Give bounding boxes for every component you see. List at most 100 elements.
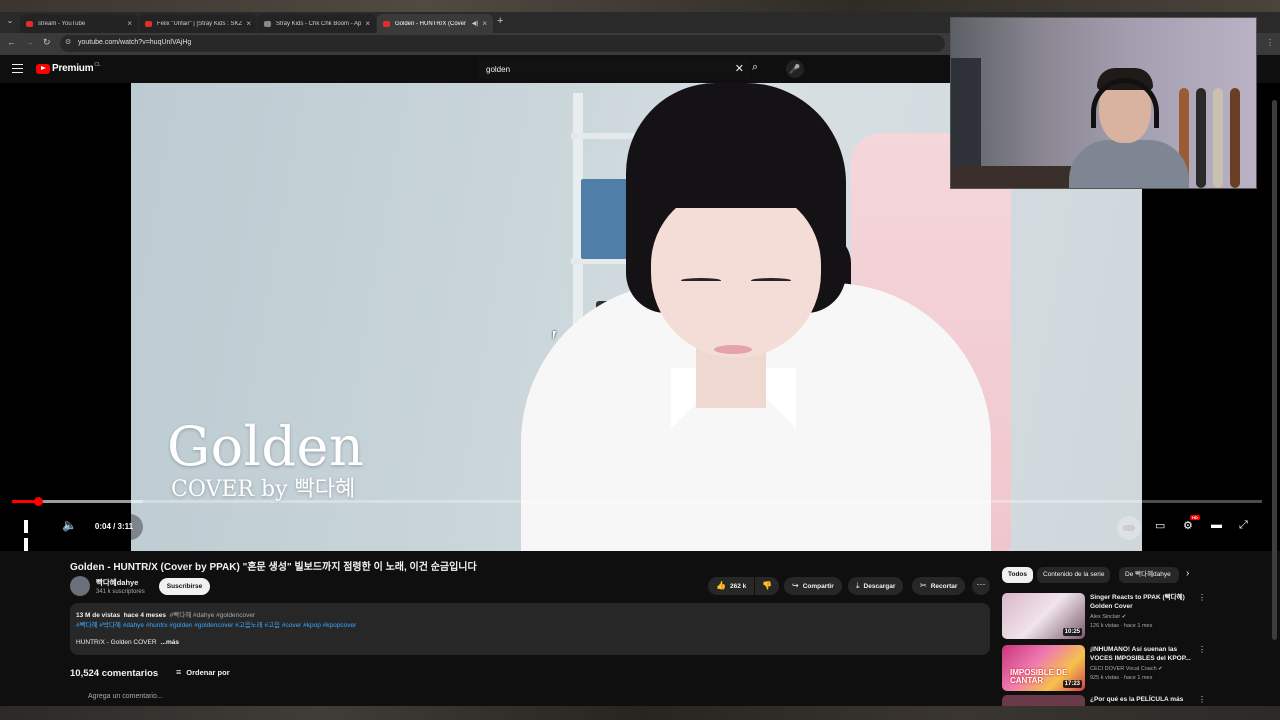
- hamburger-menu-icon[interactable]: [12, 64, 23, 73]
- close-tab-icon[interactable]: ×: [482, 19, 487, 28]
- chip-todos[interactable]: Todos: [1002, 567, 1034, 583]
- thumbs-down-icon: 👎: [762, 581, 772, 590]
- sort-comments-button[interactable]: ≡ Ordenar por: [176, 667, 230, 677]
- tab-search-icon[interactable]: ⌄: [4, 16, 16, 28]
- recommended-video[interactable]: IMPOSIBLE DE CANTAR 17:23 ¡INHUMANO! Así…: [1002, 645, 1264, 691]
- url-bar[interactable]: ⚙ youtube.com/watch?v=huqUnlVAjHg: [60, 35, 945, 52]
- browser-tab[interactable]: stream - YouTube ×: [20, 14, 138, 33]
- close-tab-icon[interactable]: ×: [246, 19, 251, 28]
- reload-icon[interactable]: ↻: [43, 37, 51, 48]
- verified-icon: ✔: [1158, 666, 1163, 672]
- add-comment-input[interactable]: Agrega un comentario...: [88, 693, 163, 700]
- desktop-background-strip: [0, 706, 1280, 720]
- chip-series-content[interactable]: Contenido de la serie: [1037, 567, 1111, 583]
- new-tab-icon[interactable]: +: [497, 15, 503, 27]
- video-overlay-title: Golden: [167, 415, 365, 478]
- theater-mode-icon[interactable]: ▬: [1211, 519, 1222, 531]
- video-person-lips: [714, 345, 752, 354]
- chip-from-channel[interactable]: De 빡다혜dahye: [1119, 567, 1179, 583]
- more-options-icon[interactable]: ⋮: [1198, 695, 1206, 704]
- chevron-right-icon[interactable]: ›: [1186, 568, 1189, 579]
- download-button[interactable]: ⤓ Descargar: [848, 577, 904, 595]
- video-person-face: [651, 188, 821, 358]
- description-box[interactable]: 13 M de vistas hace 4 meses #빡다혜 #dahye …: [70, 603, 990, 655]
- webcam-person-body: [1069, 140, 1189, 188]
- volume-icon[interactable]: 🔈: [62, 518, 77, 532]
- audio-playing-icon[interactable]: ◀): [472, 20, 479, 27]
- browser-tab-active[interactable]: Golden - HUNTR/X (Cover ◀) ×: [377, 14, 493, 33]
- channel-avatar[interactable]: [70, 576, 90, 596]
- video-title: Golden - HUNTR/X (Cover by PPAK) "혼문 생성"…: [70, 562, 477, 573]
- recommended-video[interactable]: 10:25 Singer Reacts to PPAK (빡다혜) Golden…: [1002, 593, 1264, 639]
- youtube-favicon-icon: [26, 20, 33, 27]
- mouse-cursor: [553, 331, 556, 340]
- youtube-favicon-icon: [145, 20, 152, 27]
- video-thumbnail[interactable]: IMPOSIBLE DE CANTAR 17:23: [1002, 645, 1085, 691]
- pause-icon[interactable]: [24, 520, 36, 551]
- scissors-icon: ✂: [920, 581, 927, 590]
- recommended-channel[interactable]: Alex Sinclair ✔: [1090, 614, 1126, 620]
- comments-count: 10,524 comentarios: [70, 668, 159, 679]
- settings-gear-icon[interactable]: ⚙: [1183, 519, 1193, 532]
- sort-icon: ≡: [176, 667, 182, 677]
- video-thumbnail[interactable]: 10:25: [1002, 593, 1085, 639]
- verified-icon: ✔: [1121, 614, 1127, 620]
- description-text: HUNTR/X - Golden COVER ...más: [76, 639, 179, 646]
- thumbs-up-icon: 👍: [716, 581, 726, 590]
- forward-icon[interactable]: →: [25, 37, 34, 47]
- youtube-premium-logo[interactable]: Premium CL: [36, 62, 101, 74]
- subscriber-count: 341 k suscriptores: [96, 589, 145, 595]
- video-person-eye: [681, 278, 721, 283]
- close-tab-icon[interactable]: ×: [127, 19, 132, 28]
- autoplay-toggle-knob: [1123, 525, 1135, 531]
- download-icon: ⤓: [856, 581, 860, 590]
- share-icon: ↪: [792, 581, 799, 590]
- search-icon[interactable]: ⌕: [752, 61, 758, 74]
- page-favicon-icon: [264, 20, 271, 27]
- webcam-guitar: [1213, 88, 1223, 188]
- close-tab-icon[interactable]: ×: [365, 19, 370, 28]
- site-info-icon[interactable]: ⚙: [65, 38, 71, 46]
- time-display: 0:04 / 3:11: [85, 514, 143, 540]
- like-button[interactable]: 👍 262 k: [708, 577, 754, 595]
- subscribe-button[interactable]: Suscribirse: [159, 578, 210, 595]
- show-more-link[interactable]: ...más: [161, 639, 179, 646]
- recommended-title[interactable]: Singer Reacts to PPAK (빡다혜) Golden Cover: [1090, 593, 1198, 611]
- webcam-guitar: [1196, 88, 1206, 188]
- page-scrollbar[interactable]: [1272, 100, 1277, 640]
- clip-button[interactable]: ✂ Recortar: [912, 577, 966, 595]
- video-overlay-subtitle: COVER by 빡다혜: [171, 477, 356, 502]
- autoplay-toggle[interactable]: [1117, 516, 1141, 540]
- recommended-meta: 126 k vistas · hace 1 mes: [1090, 623, 1153, 629]
- recommended-title[interactable]: ¡INHUMANO! Así suenan las VOCES IMPOSIBL…: [1090, 645, 1198, 663]
- hd-badge: HD: [1190, 515, 1200, 520]
- browser-tab[interactable]: Stray Kids - Chk Chk Boom - Ap ×: [258, 14, 376, 33]
- streamer-webcam: [950, 17, 1257, 189]
- dislike-button[interactable]: 👎: [755, 577, 779, 595]
- desktop-background-strip: [0, 0, 1280, 12]
- recommended-title[interactable]: ¿Por qué es la PELÍCULA más: [1090, 695, 1198, 704]
- webcam-desk: [951, 166, 1071, 188]
- description-meta: 13 M de vistas hace 4 meses #빡다혜 #dahye …: [76, 612, 256, 619]
- recommended-channel[interactable]: CECI DOVER Vocal Coach ✔: [1090, 666, 1163, 672]
- subtitles-icon[interactable]: ▭: [1155, 519, 1165, 532]
- youtube-favicon-icon: [383, 20, 390, 27]
- browser-menu-icon[interactable]: ⋮: [1266, 38, 1274, 47]
- search-input[interactable]: golden ✕: [478, 59, 750, 79]
- youtube-play-logo-icon: [36, 63, 50, 74]
- progress-bar[interactable]: [12, 497, 1262, 506]
- share-button[interactable]: ↪ Compartir: [784, 577, 842, 595]
- channel-name[interactable]: 빡다혜dahye: [96, 577, 138, 588]
- clear-search-icon[interactable]: ✕: [735, 62, 744, 75]
- more-options-icon[interactable]: ⋮: [1198, 593, 1206, 602]
- microphone-icon[interactable]: 🎤: [786, 60, 804, 78]
- more-options-icon[interactable]: ⋮: [1198, 645, 1206, 654]
- video-person-eye: [751, 278, 791, 283]
- description-hashtags[interactable]: #빡다혜 #박다혜 #dahye #huntrx #golden #golden…: [76, 619, 356, 629]
- more-actions-icon[interactable]: ⋯: [972, 577, 990, 595]
- recommended-meta: 925 k vistas · hace 1 mes: [1090, 675, 1153, 681]
- back-icon[interactable]: ←: [7, 37, 16, 47]
- fullscreen-icon[interactable]: ⤢: [1239, 519, 1248, 532]
- webcam-guitar: [1230, 88, 1240, 188]
- browser-tab[interactable]: Felix "Unfair" | [Stray Kids : SKZ ×: [139, 14, 257, 33]
